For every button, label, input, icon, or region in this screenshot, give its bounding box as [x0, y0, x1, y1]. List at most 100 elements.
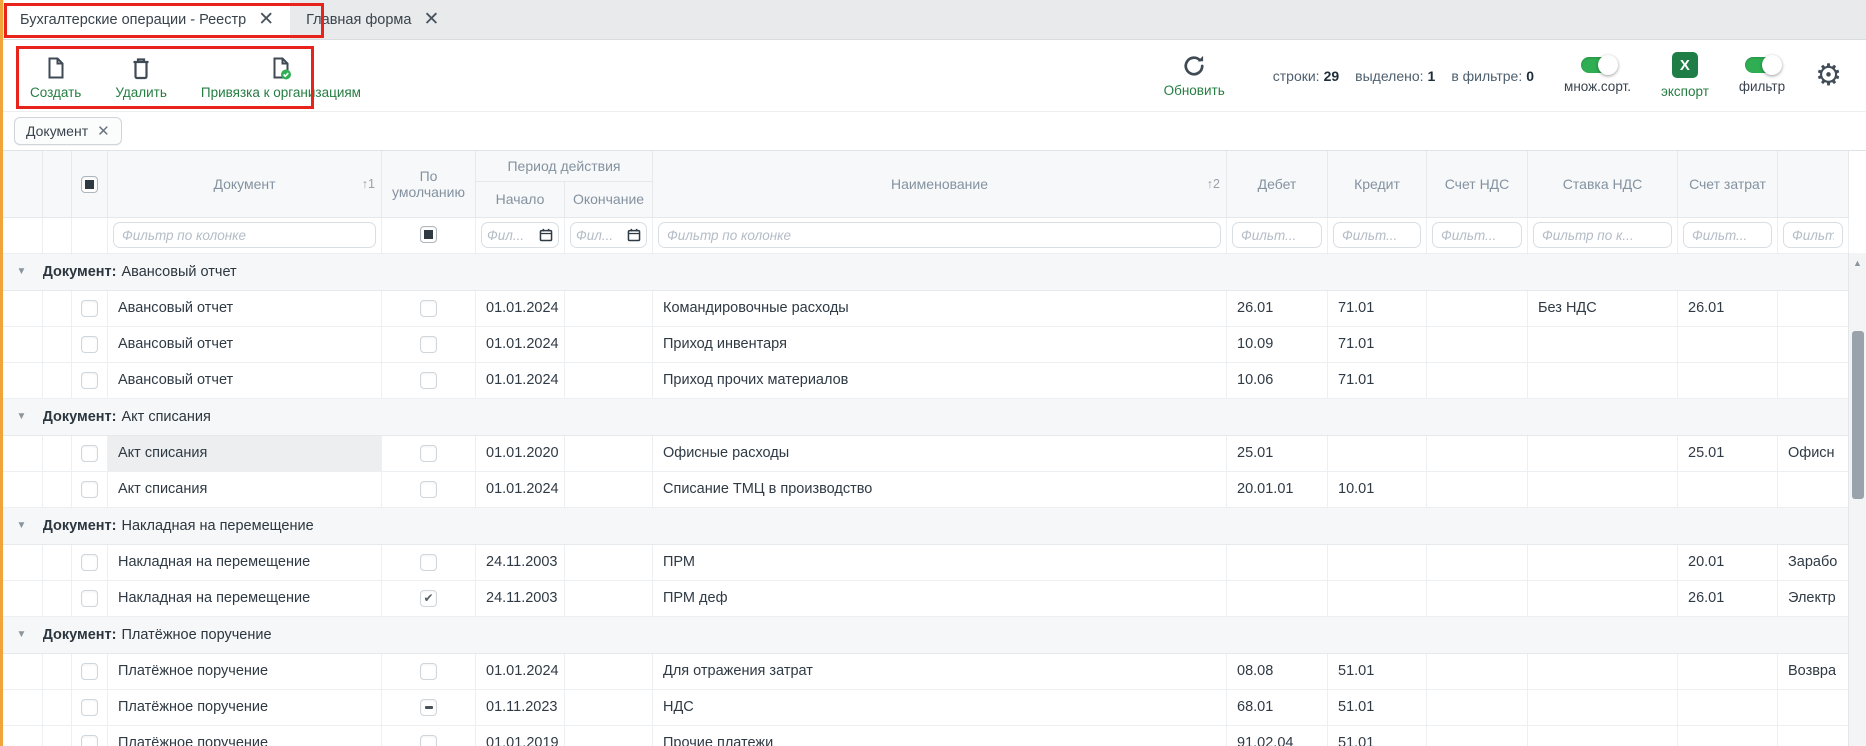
cell-cost-account[interactable]: [1678, 326, 1778, 362]
filter-start-datebox[interactable]: [481, 222, 559, 248]
cell-end[interactable]: [565, 689, 653, 725]
cell-debit[interactable]: 08.08: [1227, 653, 1328, 689]
close-icon[interactable]: ✕: [423, 10, 439, 29]
cell-credit[interactable]: 71.01: [1328, 362, 1427, 398]
scrollbar-thumb[interactable]: [1852, 331, 1864, 499]
cell-vat-account[interactable]: [1427, 471, 1528, 507]
row-select-checkbox[interactable]: [81, 336, 98, 353]
cell-debit[interactable]: 26.01: [1227, 290, 1328, 326]
cell-debit[interactable]: 68.01: [1227, 689, 1328, 725]
table-row[interactable]: Акт списания 01.01.2024 Списание ТМЦ в п…: [1, 471, 1849, 507]
filter-debit-input[interactable]: [1232, 222, 1322, 248]
cell-vat-rate[interactable]: [1528, 689, 1678, 725]
col-header-start[interactable]: Начало: [476, 181, 565, 217]
cell-cost-account[interactable]: [1678, 653, 1778, 689]
col-header-extra[interactable]: [1778, 151, 1849, 217]
cell-name[interactable]: Списание ТМЦ в производство: [653, 471, 1227, 507]
cell-vat-rate[interactable]: [1528, 544, 1678, 580]
col-header-cost-account[interactable]: Счет затрат: [1678, 151, 1778, 217]
cell-start[interactable]: 01.01.2024: [476, 471, 565, 507]
cell-vat-rate[interactable]: [1528, 471, 1678, 507]
cell-document[interactable]: Платёжное поручение: [108, 653, 382, 689]
cell-cost-account[interactable]: 26.01: [1678, 290, 1778, 326]
group-row[interactable]: ▼ Документ:Платёжное поручение: [1, 616, 1849, 653]
cell-start[interactable]: 01.01.2024: [476, 326, 565, 362]
filter-cost-account-input[interactable]: [1683, 222, 1772, 248]
cell-name[interactable]: Приход прочих материалов: [653, 362, 1227, 398]
cell-cost-account[interactable]: 25.01: [1678, 435, 1778, 471]
table-row[interactable]: Накладная на перемещение 24.11.2003 ПРМ …: [1, 544, 1849, 580]
cell-credit[interactable]: [1328, 544, 1427, 580]
cell-name[interactable]: Для отражения затрат: [653, 653, 1227, 689]
cell-credit[interactable]: 51.01: [1328, 725, 1427, 746]
default-checkbox[interactable]: [420, 372, 437, 389]
cell-extra[interactable]: [1778, 471, 1849, 507]
row-select-checkbox[interactable]: [81, 590, 98, 607]
scroll-up-arrow-icon[interactable]: ▲: [1849, 258, 1866, 268]
multi-sort-toggle[interactable]: множ.сорт.: [1564, 57, 1631, 94]
collapse-triangle-icon[interactable]: ▼: [1, 398, 43, 435]
cell-end[interactable]: [565, 362, 653, 398]
cell-debit[interactable]: 10.06: [1227, 362, 1328, 398]
filter-vat-account-input[interactable]: [1432, 222, 1522, 248]
table-row[interactable]: Накладная на перемещение 24.11.2003 ПРМ …: [1, 580, 1849, 616]
filter-document-input[interactable]: [113, 222, 376, 248]
row-select-checkbox[interactable]: [81, 554, 98, 571]
cell-extra[interactable]: [1778, 689, 1849, 725]
cell-start[interactable]: 01.01.2024: [476, 362, 565, 398]
cell-extra[interactable]: [1778, 362, 1849, 398]
cell-name[interactable]: Офисные расходы: [653, 435, 1227, 471]
cell-vat-account[interactable]: [1427, 290, 1528, 326]
cell-vat-account[interactable]: [1427, 580, 1528, 616]
cell-document[interactable]: Авансовый отчет: [108, 362, 382, 398]
col-header-name[interactable]: Наименование ↑2: [653, 151, 1227, 217]
cell-document[interactable]: Акт списания: [108, 471, 382, 507]
default-checkbox[interactable]: [420, 554, 437, 571]
cell-document[interactable]: Авансовый отчет: [108, 290, 382, 326]
group-row[interactable]: ▼ Документ:Авансовый отчет: [1, 253, 1849, 290]
cell-vat-rate[interactable]: Без НДС: [1528, 290, 1678, 326]
col-header-default[interactable]: По умолчанию: [382, 151, 476, 217]
cell-document[interactable]: Платёжное поручение: [108, 689, 382, 725]
cell-vat-account[interactable]: [1427, 326, 1528, 362]
cell-vat-rate[interactable]: [1528, 326, 1678, 362]
table-row[interactable]: Акт списания 01.01.2020 Офисные расходы …: [1, 435, 1849, 471]
delete-button[interactable]: Удалить: [115, 55, 167, 100]
cell-end[interactable]: [565, 471, 653, 507]
cell-start[interactable]: 24.11.2003: [476, 580, 565, 616]
row-select-checkbox[interactable]: [81, 699, 98, 716]
toggle-on-icon[interactable]: [1581, 57, 1615, 73]
default-checkbox[interactable]: [420, 735, 437, 746]
col-header-vat-account[interactable]: Счет НДС: [1427, 151, 1528, 217]
cell-end[interactable]: [565, 290, 653, 326]
table-row[interactable]: Авансовый отчет 01.01.2024 Приход прочих…: [1, 362, 1849, 398]
cell-vat-account[interactable]: [1427, 653, 1528, 689]
col-header-end[interactable]: Окончание: [565, 181, 653, 217]
table-row[interactable]: Платёжное поручение 01.11.2023 НДС 68.01…: [1, 689, 1849, 725]
cell-cost-account[interactable]: [1678, 689, 1778, 725]
collapse-triangle-icon[interactable]: ▼: [1, 507, 43, 544]
cell-vat-account[interactable]: [1427, 435, 1528, 471]
cell-document[interactable]: Авансовый отчет: [108, 326, 382, 362]
cell-extra[interactable]: Зарабо: [1778, 544, 1849, 580]
cell-debit[interactable]: 25.01: [1227, 435, 1328, 471]
tab-main-form[interactable]: Главная форма ✕: [290, 0, 455, 39]
default-checkbox[interactable]: [420, 590, 437, 607]
cell-extra[interactable]: Возвра: [1778, 653, 1849, 689]
cell-name[interactable]: Прочие платежи: [653, 725, 1227, 746]
cell-start[interactable]: 01.11.2023: [476, 689, 565, 725]
close-icon[interactable]: ✕: [97, 124, 110, 139]
table-row[interactable]: Платёжное поручение 01.01.2019 Прочие пл…: [1, 725, 1849, 746]
gear-icon[interactable]: ⚙: [1815, 61, 1842, 91]
collapse-triangle-icon[interactable]: ▼: [1, 253, 43, 290]
cell-extra[interactable]: [1778, 326, 1849, 362]
cell-name[interactable]: Приход инвентаря: [653, 326, 1227, 362]
table-row[interactable]: Платёжное поручение 01.01.2024 Для отраж…: [1, 653, 1849, 689]
cell-debit[interactable]: 91.02.04: [1227, 725, 1328, 746]
cell-credit[interactable]: 51.01: [1328, 653, 1427, 689]
cell-vat-rate[interactable]: [1528, 653, 1678, 689]
filter-credit-input[interactable]: [1333, 222, 1421, 248]
cell-debit[interactable]: 20.01.01: [1227, 471, 1328, 507]
group-row[interactable]: ▼ Документ:Накладная на перемещение: [1, 507, 1849, 544]
cell-extra[interactable]: Офисн: [1778, 435, 1849, 471]
